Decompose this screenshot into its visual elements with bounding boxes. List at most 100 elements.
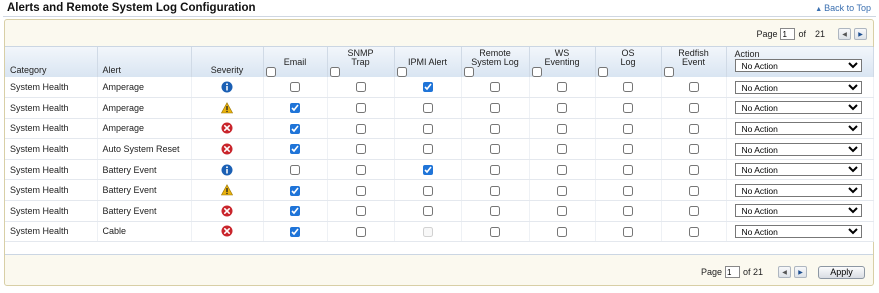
row-os-checkbox[interactable] — [623, 144, 633, 155]
table-row: System Health Amperage No Action — [5, 118, 874, 140]
row-snmp-checkbox[interactable] — [355, 164, 366, 175]
back-to-top-link[interactable]: ▲ Back to Top — [815, 3, 871, 13]
pager-bottom-next-button[interactable]: ▶ — [794, 266, 807, 278]
critical-error-icon — [221, 225, 233, 237]
row-os-checkbox[interactable] — [623, 206, 633, 217]
select-all-remote-checkbox[interactable] — [463, 67, 474, 77]
row-action-select[interactable]: No Action — [734, 204, 862, 218]
table-row: System Health Battery Event No Action — [5, 159, 874, 181]
row-ipmi-checkbox[interactable] — [422, 103, 433, 114]
pager-top-page-input[interactable] — [780, 28, 796, 40]
row-action-select[interactable]: No Action — [734, 121, 862, 135]
select-all-email-checkbox[interactable] — [265, 67, 276, 77]
row-ipmi-checkbox — [422, 226, 433, 237]
row-email-checkbox[interactable] — [290, 123, 300, 134]
row-ws-checkbox[interactable] — [557, 103, 567, 114]
row-snmp-checkbox[interactable] — [355, 226, 366, 237]
row-category: System Health — [5, 200, 98, 222]
pager-top-prev-button[interactable]: ◀ — [838, 28, 851, 40]
bulk-action-select[interactable]: No Action — [734, 59, 862, 72]
row-os-checkbox[interactable] — [623, 123, 633, 134]
row-alert: Cable — [97, 221, 192, 243]
row-ipmi-checkbox[interactable] — [422, 185, 433, 196]
row-ipmi-checkbox[interactable] — [422, 123, 433, 134]
row-remote-checkbox[interactable] — [490, 185, 500, 196]
row-redfish-checkbox[interactable] — [688, 226, 699, 237]
row-ipmi-checkbox[interactable] — [422, 206, 433, 217]
row-os-checkbox[interactable] — [623, 164, 633, 175]
row-action-select[interactable]: No Action — [734, 101, 862, 115]
up-arrow-icon: ▲ — [815, 6, 823, 13]
row-remote-checkbox[interactable] — [490, 206, 500, 217]
critical-error-icon — [221, 205, 233, 217]
select-all-redfish-checkbox[interactable] — [663, 67, 674, 77]
row-remote-checkbox[interactable] — [490, 164, 500, 175]
pager-top: Page of 21 ◀ ▶ — [756, 26, 867, 42]
row-action-cell: No Action — [726, 159, 874, 181]
row-os-checkbox[interactable] — [623, 185, 633, 196]
select-all-ws-checkbox[interactable] — [531, 67, 542, 77]
row-email-checkbox[interactable] — [290, 226, 300, 237]
row-ipmi-checkbox[interactable] — [422, 144, 433, 155]
row-ws-checkbox[interactable] — [557, 82, 567, 93]
row-alert: Battery Event — [97, 179, 192, 202]
col-header-remote-label: Remote System Log — [471, 48, 519, 67]
row-ws-cell — [529, 200, 596, 222]
select-all-os-checkbox[interactable] — [597, 67, 608, 77]
select-all-ipmi-checkbox[interactable] — [396, 67, 407, 77]
row-snmp-checkbox[interactable] — [355, 103, 366, 114]
pager-top-next-button[interactable]: ▶ — [854, 28, 867, 40]
row-ws-cell — [529, 118, 596, 140]
row-snmp-checkbox[interactable] — [355, 206, 366, 217]
row-action-select[interactable]: No Action — [734, 80, 862, 94]
row-email-checkbox[interactable] — [290, 185, 300, 196]
row-remote-cell — [461, 77, 530, 99]
row-snmp-checkbox[interactable] — [355, 144, 366, 155]
row-action-select[interactable]: No Action — [734, 163, 862, 177]
row-ipmi-cell — [394, 77, 462, 99]
row-redfish-checkbox[interactable] — [688, 185, 699, 196]
row-snmp-checkbox[interactable] — [355, 82, 366, 93]
row-os-checkbox[interactable] — [623, 82, 633, 93]
row-os-checkbox[interactable] — [623, 226, 633, 237]
row-ws-checkbox[interactable] — [557, 164, 567, 175]
row-ws-checkbox[interactable] — [557, 185, 567, 196]
row-ipmi-checkbox[interactable] — [422, 82, 433, 93]
row-email-checkbox[interactable] — [290, 164, 300, 175]
row-remote-checkbox[interactable] — [490, 226, 500, 237]
warning-icon — [221, 184, 233, 196]
row-action-select[interactable]: No Action — [734, 224, 862, 238]
row-action-select[interactable]: No Action — [734, 142, 862, 156]
row-redfish-checkbox[interactable] — [688, 144, 699, 155]
row-redfish-checkbox[interactable] — [688, 103, 699, 114]
col-header-email-label: Email — [283, 57, 307, 67]
row-email-checkbox[interactable] — [290, 82, 300, 93]
row-action-select[interactable]: No Action — [734, 183, 862, 197]
col-header-ipmi: IPMI Alert — [394, 47, 462, 77]
row-remote-checkbox[interactable] — [490, 123, 500, 134]
row-remote-checkbox[interactable] — [490, 103, 500, 114]
pager-bottom-page-input[interactable] — [724, 266, 740, 278]
row-email-checkbox[interactable] — [290, 206, 300, 217]
row-ws-cell — [529, 138, 596, 160]
row-ws-checkbox[interactable] — [557, 123, 567, 134]
row-ws-checkbox[interactable] — [557, 206, 567, 217]
row-redfish-checkbox[interactable] — [688, 206, 699, 217]
row-redfish-checkbox[interactable] — [688, 123, 699, 134]
row-snmp-checkbox[interactable] — [355, 123, 366, 134]
pager-bottom-prev-button[interactable]: ◀ — [778, 266, 791, 278]
row-redfish-checkbox[interactable] — [688, 82, 699, 93]
row-remote-checkbox[interactable] — [490, 82, 500, 93]
row-ws-cell — [529, 77, 596, 99]
row-email-checkbox[interactable] — [290, 103, 300, 114]
apply-button[interactable]: Apply — [818, 265, 865, 279]
row-redfish-checkbox[interactable] — [688, 164, 699, 175]
row-snmp-checkbox[interactable] — [355, 185, 366, 196]
row-ws-checkbox[interactable] — [557, 144, 567, 155]
row-ws-checkbox[interactable] — [557, 226, 567, 237]
row-email-checkbox[interactable] — [290, 144, 300, 155]
row-remote-checkbox[interactable] — [490, 144, 500, 155]
select-all-snmp-checkbox[interactable] — [329, 67, 340, 77]
row-ipmi-checkbox[interactable] — [422, 164, 433, 175]
row-os-checkbox[interactable] — [623, 103, 633, 114]
